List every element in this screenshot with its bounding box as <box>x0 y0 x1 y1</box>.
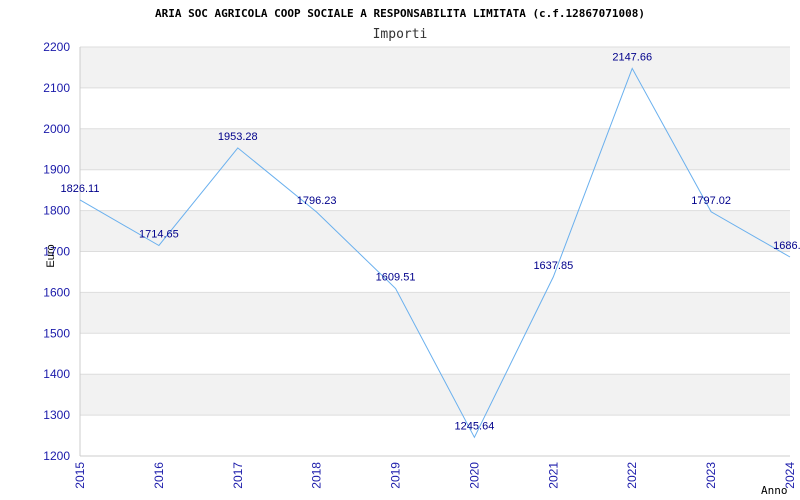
y-tick-label: 1500 <box>43 326 70 340</box>
background-band <box>80 415 790 456</box>
data-label: 1826.11 <box>61 183 100 195</box>
data-label: 1609.51 <box>376 272 416 284</box>
x-tick-labels: 2015 2016 2017 2018 2019 2020 2021 2022 2023 2024 <box>73 462 797 489</box>
line-chart: 1826.11 1714.65 1953.28 1796.23 1609.51 1245.… <box>43 7 800 497</box>
x-tick-label: 2015 <box>73 462 87 489</box>
y-tick-label: 2000 <box>43 122 70 136</box>
x-tick-label: 2018 <box>310 462 324 489</box>
x-tick-label: 2021 <box>546 462 560 489</box>
background-band <box>80 47 790 88</box>
x-axis-label: Anno <box>761 484 788 497</box>
x-tick-label: 2016 <box>152 462 166 489</box>
y-tick-label: 2200 <box>43 40 70 54</box>
y-axis-label: Euro <box>45 244 57 267</box>
background-band <box>80 169 790 211</box>
y-tick-label: 1600 <box>43 285 70 299</box>
background-band <box>80 292 790 334</box>
background-band <box>80 128 790 170</box>
data-label: 1796.23 <box>297 195 337 207</box>
chart-title: ARIA SOC AGRICOLA COOP SOCIALE A RESPONS… <box>155 7 645 20</box>
data-label: 1953.28 <box>218 131 258 143</box>
y-tick-label: 1800 <box>43 204 70 218</box>
data-label: 1797.02 <box>691 195 731 207</box>
data-label: 1637.85 <box>533 260 573 272</box>
x-tick-label: 2017 <box>231 462 245 489</box>
y-tick-label: 1900 <box>43 163 70 177</box>
x-tick-label: 2022 <box>625 462 639 489</box>
x-tick-label: 2019 <box>389 462 403 489</box>
background-band <box>80 87 790 129</box>
data-label: 1245.64 <box>455 420 495 432</box>
background-band <box>80 251 790 293</box>
data-label: 2147.66 <box>612 51 652 63</box>
y-tick-label: 1300 <box>43 408 70 422</box>
chart-subtitle: Importi <box>373 27 428 42</box>
x-tick-label: 2023 <box>704 462 718 489</box>
y-tick-label: 2100 <box>43 81 70 95</box>
background-band <box>80 333 790 375</box>
y-tick-label: 1200 <box>43 449 70 463</box>
y-tick-label: 1400 <box>43 367 70 381</box>
data-label: 1714.65 <box>139 229 179 241</box>
background-band <box>80 210 790 252</box>
data-label: 1686.6 <box>773 240 800 252</box>
x-tick-label: 2020 <box>467 462 481 489</box>
background-band <box>80 374 790 416</box>
